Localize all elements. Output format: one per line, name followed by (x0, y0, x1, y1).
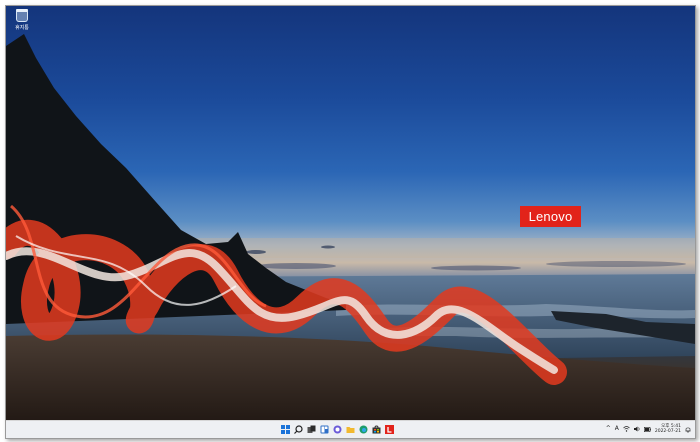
edge-button[interactable] (358, 424, 368, 435)
desktop[interactable]: 휴지통 Lenovo (6, 6, 695, 420)
lenovo-app-button[interactable] (384, 424, 394, 435)
search-button[interactable] (293, 424, 303, 435)
recycle-bin-icon (16, 9, 28, 22)
show-hidden-icons-chevron[interactable]: ^ (606, 423, 611, 435)
store-button[interactable] (371, 424, 381, 435)
chat-icon (333, 425, 341, 434)
notification-bell-icon[interactable] (685, 426, 691, 433)
widgets-button[interactable] (319, 424, 329, 435)
wifi-icon[interactable] (623, 426, 630, 432)
edge-icon (359, 425, 367, 434)
taskbar: ^ A 오후 5:41 2022-07-21 (6, 420, 695, 438)
desktop-icon-label: 휴지통 (15, 25, 29, 31)
task-view-button[interactable] (306, 424, 316, 435)
windows-logo-icon (280, 425, 290, 434)
speaker-icon[interactable] (633, 426, 640, 432)
widgets-icon (320, 425, 328, 434)
wallpaper (6, 34, 695, 420)
folder-icon (346, 427, 354, 433)
taskbar-pinned-apps (280, 424, 394, 435)
store-icon (372, 425, 380, 434)
lenovo-l-icon (384, 425, 394, 434)
battery-icon[interactable] (643, 426, 651, 432)
search-icon (293, 425, 303, 434)
screen-frame: 휴지통 Lenovo ^ A 오후 5:41 2022-07-21 (5, 5, 696, 439)
system-tray: ^ A 오후 5:41 2022-07-21 (606, 423, 691, 435)
task-view-icon (307, 425, 315, 433)
ime-indicator[interactable]: A (615, 423, 619, 435)
chat-button[interactable] (332, 424, 342, 435)
taskbar-clock[interactable]: 오후 5:41 2022-07-21 (655, 424, 681, 435)
clock-date: 2022-07-21 (654, 429, 681, 434)
start-button[interactable] (280, 424, 290, 435)
desktop-icon-recycle-bin[interactable]: 휴지통 (9, 9, 35, 31)
file-explorer-button[interactable] (345, 424, 355, 435)
lenovo-logo: Lenovo (520, 206, 581, 227)
